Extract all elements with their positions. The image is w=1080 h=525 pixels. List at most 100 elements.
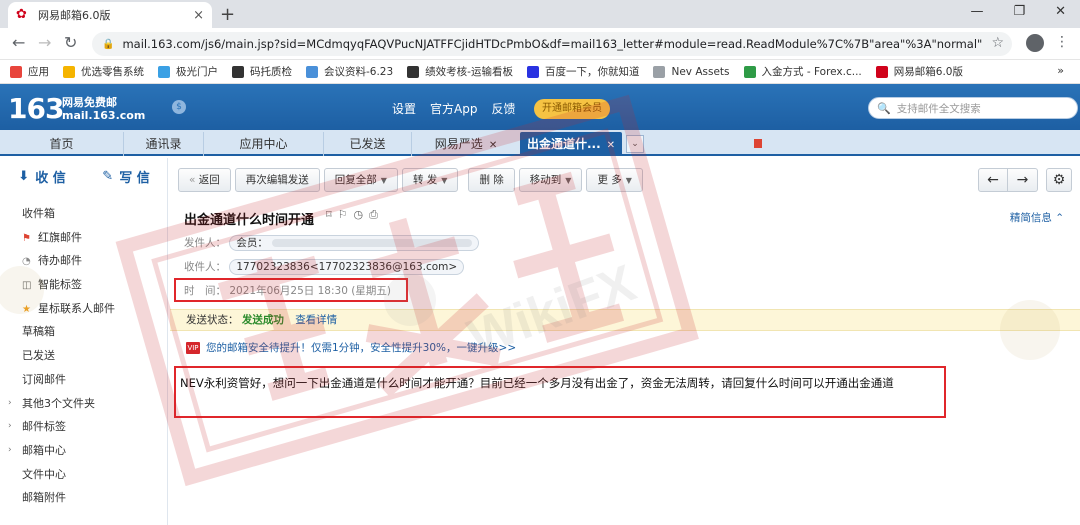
bookmark-label: 绩效考核-运输看板 <box>425 66 513 78</box>
close-tab-icon[interactable]: × <box>193 8 204 23</box>
sidebar: ⬇ 收 信 ✎ 写 信 收件箱 ⚑ 红旗邮件 ◔ 待办邮件 ◫ 智能标签 ★ 星标联系人邮件 草稿… <box>0 158 168 525</box>
official-app-link[interactable]: 官方App <box>430 100 477 117</box>
compose-bar: ⬇ 收 信 ✎ 写 信 <box>0 158 168 194</box>
bookmark-label: 会议资料-6.23 <box>324 66 394 78</box>
sidebar-folder-item[interactable]: › 邮件标签 <box>0 415 168 439</box>
forward-icon[interactable]: → <box>38 33 51 52</box>
lock-icon: 🔒 <box>102 38 115 50</box>
security-notice[interactable]: VIP 您的邮箱安全待提升！仅需1分钟，安全性提升30%，一键升级>> <box>186 340 516 355</box>
new-tab-button[interactable]: + <box>220 4 235 25</box>
bookmark-item[interactable]: 极光门户 <box>158 64 218 79</box>
bookmark-favicon-icon <box>407 65 420 78</box>
forward-button[interactable]: 转 发 ▼ <box>401 168 459 192</box>
bookmark-favicon-icon <box>306 65 318 78</box>
chevron-right-icon[interactable]: › <box>8 415 12 439</box>
tab-yanxuan-label: 网易严选 <box>434 137 483 151</box>
prev-message-icon[interactable]: ← <box>978 168 1008 192</box>
reload-icon[interactable]: ↻ <box>64 33 77 52</box>
bookmark-star-icon[interactable]: ☆ <box>991 35 1004 51</box>
bookmark-item[interactable]: 网易邮箱6.0版 <box>875 64 963 79</box>
sidebar-folder-item[interactable]: 订阅邮件 <box>0 368 168 392</box>
delete-button[interactable]: 删 除 <box>468 168 515 192</box>
tab-current-label: 出金通道什... <box>526 137 601 151</box>
bookmark-item[interactable]: 入金方式 - Forex.c... <box>743 64 862 79</box>
close-tab-icon[interactable]: ✕ <box>607 140 615 151</box>
settings-link[interactable]: 设置 <box>392 100 416 117</box>
restore-icon[interactable]: ❐ <box>1013 4 1025 19</box>
mail-header: 163 网易免费邮 mail.163.com $ 设置 官方App 反馈 开通邮… <box>0 84 1080 130</box>
bookmark-item[interactable]: 码托质检 <box>232 64 292 79</box>
back-button[interactable]: « 返回 <box>178 168 231 192</box>
sidebar-folder-item[interactable]: 草稿箱 <box>0 320 168 344</box>
bookmark-icon[interactable]: ⌑ <box>326 208 332 222</box>
mail-nav-tabs: 首页 通讯录 应用中心 已发送 网易严选 ✕ 出金通道什... ✕ ⌄ <box>0 130 1080 156</box>
more-button[interactable]: 更 多 ▼ <box>586 168 643 192</box>
mail-search-input[interactable]: 🔍 支持邮件全文搜索 <box>868 97 1078 119</box>
folder-label: 文件中心 <box>22 467 66 481</box>
download-icon: ⬇ <box>18 168 30 184</box>
chevron-down-icon: ▼ <box>625 176 632 185</box>
sidebar-folder-item[interactable]: ◔ 待办邮件 <box>0 249 168 273</box>
vip-badge-icon: VIP <box>186 341 200 354</box>
move-to-button[interactable]: 移动到 ▼ <box>518 168 583 192</box>
view-details-link[interactable]: 查看详情 <box>295 314 337 326</box>
bookmark-item[interactable]: 会议资料-6.23 <box>306 64 393 79</box>
sidebar-folder-item[interactable]: 收件箱 <box>0 202 168 226</box>
tab-contacts[interactable]: 通讯录 <box>124 132 204 156</box>
chevron-right-icon[interactable]: › <box>8 392 12 416</box>
flag-icon[interactable]: ⚐ <box>338 208 348 222</box>
tab-current-message[interactable]: 出金通道什... ✕ <box>520 132 622 156</box>
recipient-chip[interactable]: 17702323836<17702323836@163.com> <box>229 259 465 275</box>
tab-yanxuan[interactable]: 网易严选 ✕ <box>412 132 520 156</box>
sidebar-folder-item[interactable]: 已发送 <box>0 344 168 368</box>
url-bar[interactable]: 🔒 mail.163.com/js6/main.jsp?sid=MCdmqyqF… <box>92 32 1012 56</box>
sidebar-folder-item[interactable]: 文件中心 <box>0 463 168 487</box>
coin-icon[interactable]: $ <box>172 100 186 114</box>
bookmark-item[interactable]: 百度一下，你就知道 <box>526 64 639 79</box>
close-tab-icon[interactable]: ✕ <box>489 140 497 151</box>
tab-home[interactable]: 首页 <box>0 132 124 156</box>
sidebar-folder-item[interactable]: ★ 星标联系人邮件 <box>0 297 168 321</box>
chevron-right-icon[interactable]: › <box>8 439 12 463</box>
sender-chip[interactable]: 会员： <box>229 235 479 251</box>
sidebar-folder-item[interactable]: › 其他3个文件夹 <box>0 392 168 416</box>
gear-icon[interactable]: ⚙ <box>1046 168 1072 192</box>
compose-button[interactable]: ✎ 写 信 <box>84 158 168 194</box>
bookmark-item[interactable]: 优选零售系统 <box>63 64 144 79</box>
print-icon[interactable]: ⎙ <box>369 208 378 222</box>
bookmark-item[interactable]: 绩效考核-运输看板 <box>407 64 513 79</box>
feedback-link[interactable]: 反馈 <box>491 100 515 117</box>
chevron-down-icon: ▼ <box>565 176 572 185</box>
back-icon[interactable]: ← <box>12 33 25 52</box>
reply-all-button[interactable]: 回复全部 ▼ <box>323 168 398 192</box>
clock-icon[interactable]: ◷ <box>354 208 364 222</box>
sidebar-folder-item[interactable]: ◫ 智能标签 <box>0 273 168 297</box>
bookmark-item[interactable]: Nev Assets <box>653 65 730 78</box>
search-placeholder: 支持邮件全文搜索 <box>896 102 981 115</box>
open-vip-button[interactable]: 开通邮箱会员 <box>534 99 610 119</box>
sender-value: 会员： <box>236 237 268 249</box>
browser-menu-icon[interactable]: ⋮ <box>1055 34 1069 50</box>
next-message-icon[interactable]: → <box>1008 168 1038 192</box>
minimize-icon[interactable]: — <box>970 4 983 19</box>
logo-163[interactable]: 163 <box>8 92 64 125</box>
sidebar-folder-item[interactable]: › 邮箱中心 <box>0 439 168 463</box>
close-window-icon[interactable]: ✕ <box>1055 4 1066 19</box>
tabs-dropdown-icon[interactable]: ⌄ <box>626 135 644 153</box>
resend-button[interactable]: 再次编辑发送 <box>234 168 320 192</box>
bookmark-favicon-icon <box>743 65 756 78</box>
brief-info-link[interactable]: 精简信息 ⌃ <box>1010 210 1064 225</box>
bookmark-item[interactable]: 应用 <box>10 64 49 79</box>
profile-avatar-icon[interactable] <box>1026 34 1044 52</box>
header-links: 设置 官方App 反馈 <box>392 100 515 117</box>
browser-tab[interactable]: ✿ 网易邮箱6.0版 × <box>8 2 212 28</box>
tab-sent[interactable]: 已发送 <box>324 132 412 156</box>
sidebar-folder-item[interactable]: 邮箱附件 <box>0 486 168 510</box>
more-bookmarks-icon[interactable]: » <box>1057 64 1064 77</box>
sidebar-folder-item[interactable]: ⚑ 红旗邮件 <box>0 226 168 250</box>
chevron-down-icon: ▼ <box>441 176 448 185</box>
forward-label: 转 发 <box>412 174 438 186</box>
tab-app-center[interactable]: 应用中心 <box>204 132 324 156</box>
receive-button[interactable]: ⬇ 收 信 <box>0 158 84 194</box>
folder-label: 收件箱 <box>22 207 55 220</box>
